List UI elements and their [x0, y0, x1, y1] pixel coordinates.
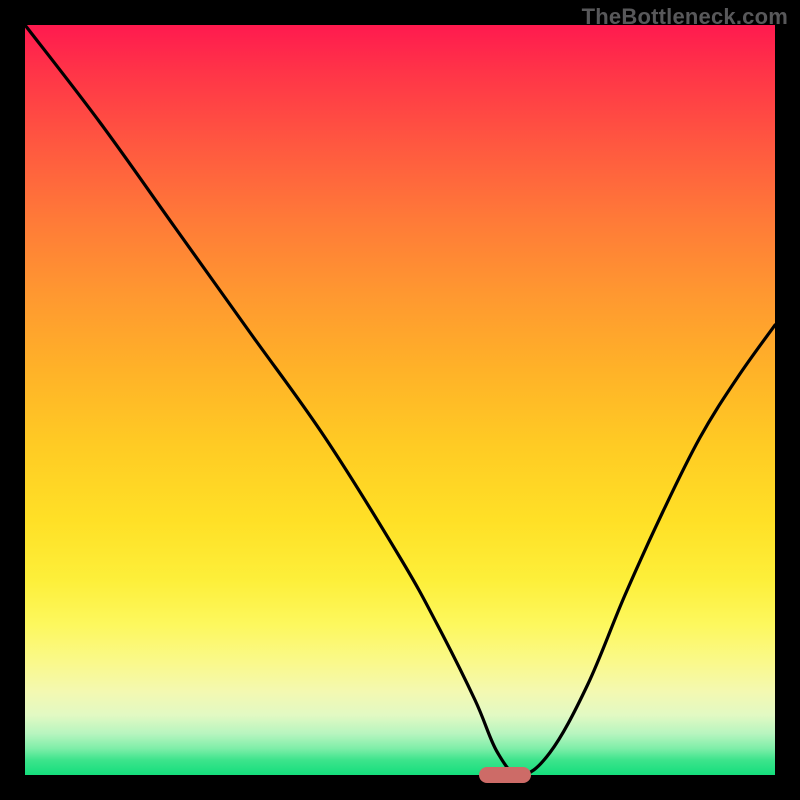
bottleneck-curve [25, 25, 775, 775]
watermark-text: TheBottleneck.com [582, 4, 788, 30]
optimal-marker [479, 767, 532, 783]
chart-plot-area [25, 25, 775, 775]
